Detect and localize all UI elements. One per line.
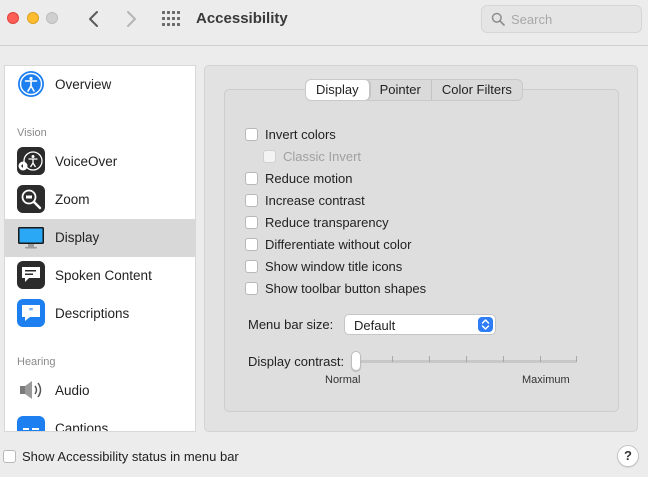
checkbox-label: Increase contrast: [265, 193, 365, 208]
checkbox-label: Classic Invert: [283, 149, 362, 164]
checkbox-label: Differentiate without color: [265, 237, 412, 252]
spoken-content-icon: [17, 261, 45, 289]
sidebar-item-captions[interactable]: Captions: [5, 410, 195, 432]
checkbox-label: Reduce motion: [265, 171, 353, 186]
sidebar-item-label: Zoom: [55, 192, 90, 207]
checkbox[interactable]: [245, 216, 258, 229]
chevron-updown-icon: [478, 317, 493, 332]
descriptions-icon: ": [17, 299, 45, 327]
sidebar-section-vision: Vision: [17, 127, 47, 139]
captions-icon: [17, 416, 45, 431]
tab-display[interactable]: Display: [306, 80, 370, 100]
sidebar-item-label: Captions: [55, 421, 109, 432]
checkbox-label: Invert colors: [265, 127, 336, 142]
checkbox-label: Reduce transparency: [265, 215, 389, 230]
display-settings-panel: Display Pointer Color Filters Invert col…: [204, 65, 638, 432]
display-contrast-label: Display contrast:: [248, 354, 345, 369]
sidebar-item-overview[interactable]: Overview: [5, 66, 195, 104]
slider-tick: [540, 356, 541, 362]
speaker-icon: [20, 381, 42, 399]
sidebar-section-hearing: Hearing: [17, 356, 56, 368]
voiceover-icon: [17, 147, 45, 175]
slider-min-label: Normal: [325, 374, 361, 386]
window-title: Accessibility: [196, 10, 288, 27]
search-field[interactable]: [481, 5, 642, 33]
grid-icon: [162, 11, 180, 26]
sidebar-item-label: Overview: [55, 77, 112, 92]
help-button[interactable]: ?: [617, 445, 639, 467]
title-bar: Accessibility: [0, 0, 648, 46]
checkbox[interactable]: [245, 128, 258, 141]
menu-bar-size-popup[interactable]: Default: [344, 314, 496, 335]
checkbox[interactable]: [245, 260, 258, 273]
sidebar-item-label: Spoken Content: [55, 268, 152, 283]
sidebar-item-display[interactable]: Display: [5, 219, 195, 257]
sidebar-item-audio[interactable]: Audio: [5, 372, 195, 410]
zoom-window-button[interactable]: [46, 12, 58, 24]
checkbox[interactable]: [245, 282, 258, 295]
checkbox: [263, 150, 276, 163]
sidebar-item-descriptions[interactable]: " Descriptions: [5, 295, 195, 333]
menu-bar-size-label: Menu bar size:: [248, 317, 334, 332]
accessibility-overview-icon: [18, 71, 44, 97]
checkbox[interactable]: [245, 238, 258, 251]
sidebar-item-label: Audio: [55, 383, 90, 398]
forward-button[interactable]: [119, 8, 143, 30]
show-all-button[interactable]: [160, 9, 182, 29]
slider-tick: [503, 356, 504, 362]
sidebar-item-zoom[interactable]: Zoom: [5, 181, 195, 219]
slider-tick: [392, 356, 393, 362]
back-button[interactable]: [82, 8, 106, 30]
slider-max-label: Maximum: [522, 374, 570, 386]
zoom-icon: [17, 185, 45, 213]
checkbox-label: Show window title icons: [265, 259, 403, 274]
minimize-window-button[interactable]: [27, 12, 39, 24]
sidebar-item-voiceover[interactable]: VoiceOver: [5, 143, 195, 181]
close-window-button[interactable]: [7, 12, 19, 24]
slider-tick: [466, 356, 467, 362]
checkbox[interactable]: [3, 450, 16, 463]
sidebar-item-label: Display: [55, 230, 100, 245]
sidebar-item-label: Descriptions: [55, 306, 130, 321]
display-contrast-slider[interactable]: [351, 350, 577, 374]
checkbox-label: Show toolbar button shapes: [265, 281, 427, 296]
popup-value: Default: [354, 318, 396, 333]
search-input[interactable]: [511, 10, 636, 28]
checkbox-label: Show Accessibility status in menu bar: [22, 449, 239, 464]
slider-tick: [429, 356, 430, 362]
tab-pointer[interactable]: Pointer: [370, 80, 432, 100]
checkbox[interactable]: [245, 194, 258, 207]
sidebar-item-label: VoiceOver: [55, 154, 118, 169]
svg-text:": ": [29, 307, 33, 317]
tab-bar: Display Pointer Color Filters: [305, 79, 523, 101]
display-icon: [18, 227, 44, 249]
slider-thumb[interactable]: [351, 351, 361, 371]
checkbox[interactable]: [245, 172, 258, 185]
sidebar: Overview Vision VoiceOver Zoom Display S…: [4, 65, 196, 432]
chevron-right-icon: [127, 11, 136, 27]
chevron-left-icon: [89, 11, 98, 27]
slider-tick: [576, 356, 577, 362]
tab-color-filters[interactable]: Color Filters: [432, 80, 522, 100]
sidebar-item-spoken-content[interactable]: Spoken Content: [5, 257, 195, 295]
search-icon: [491, 12, 505, 26]
